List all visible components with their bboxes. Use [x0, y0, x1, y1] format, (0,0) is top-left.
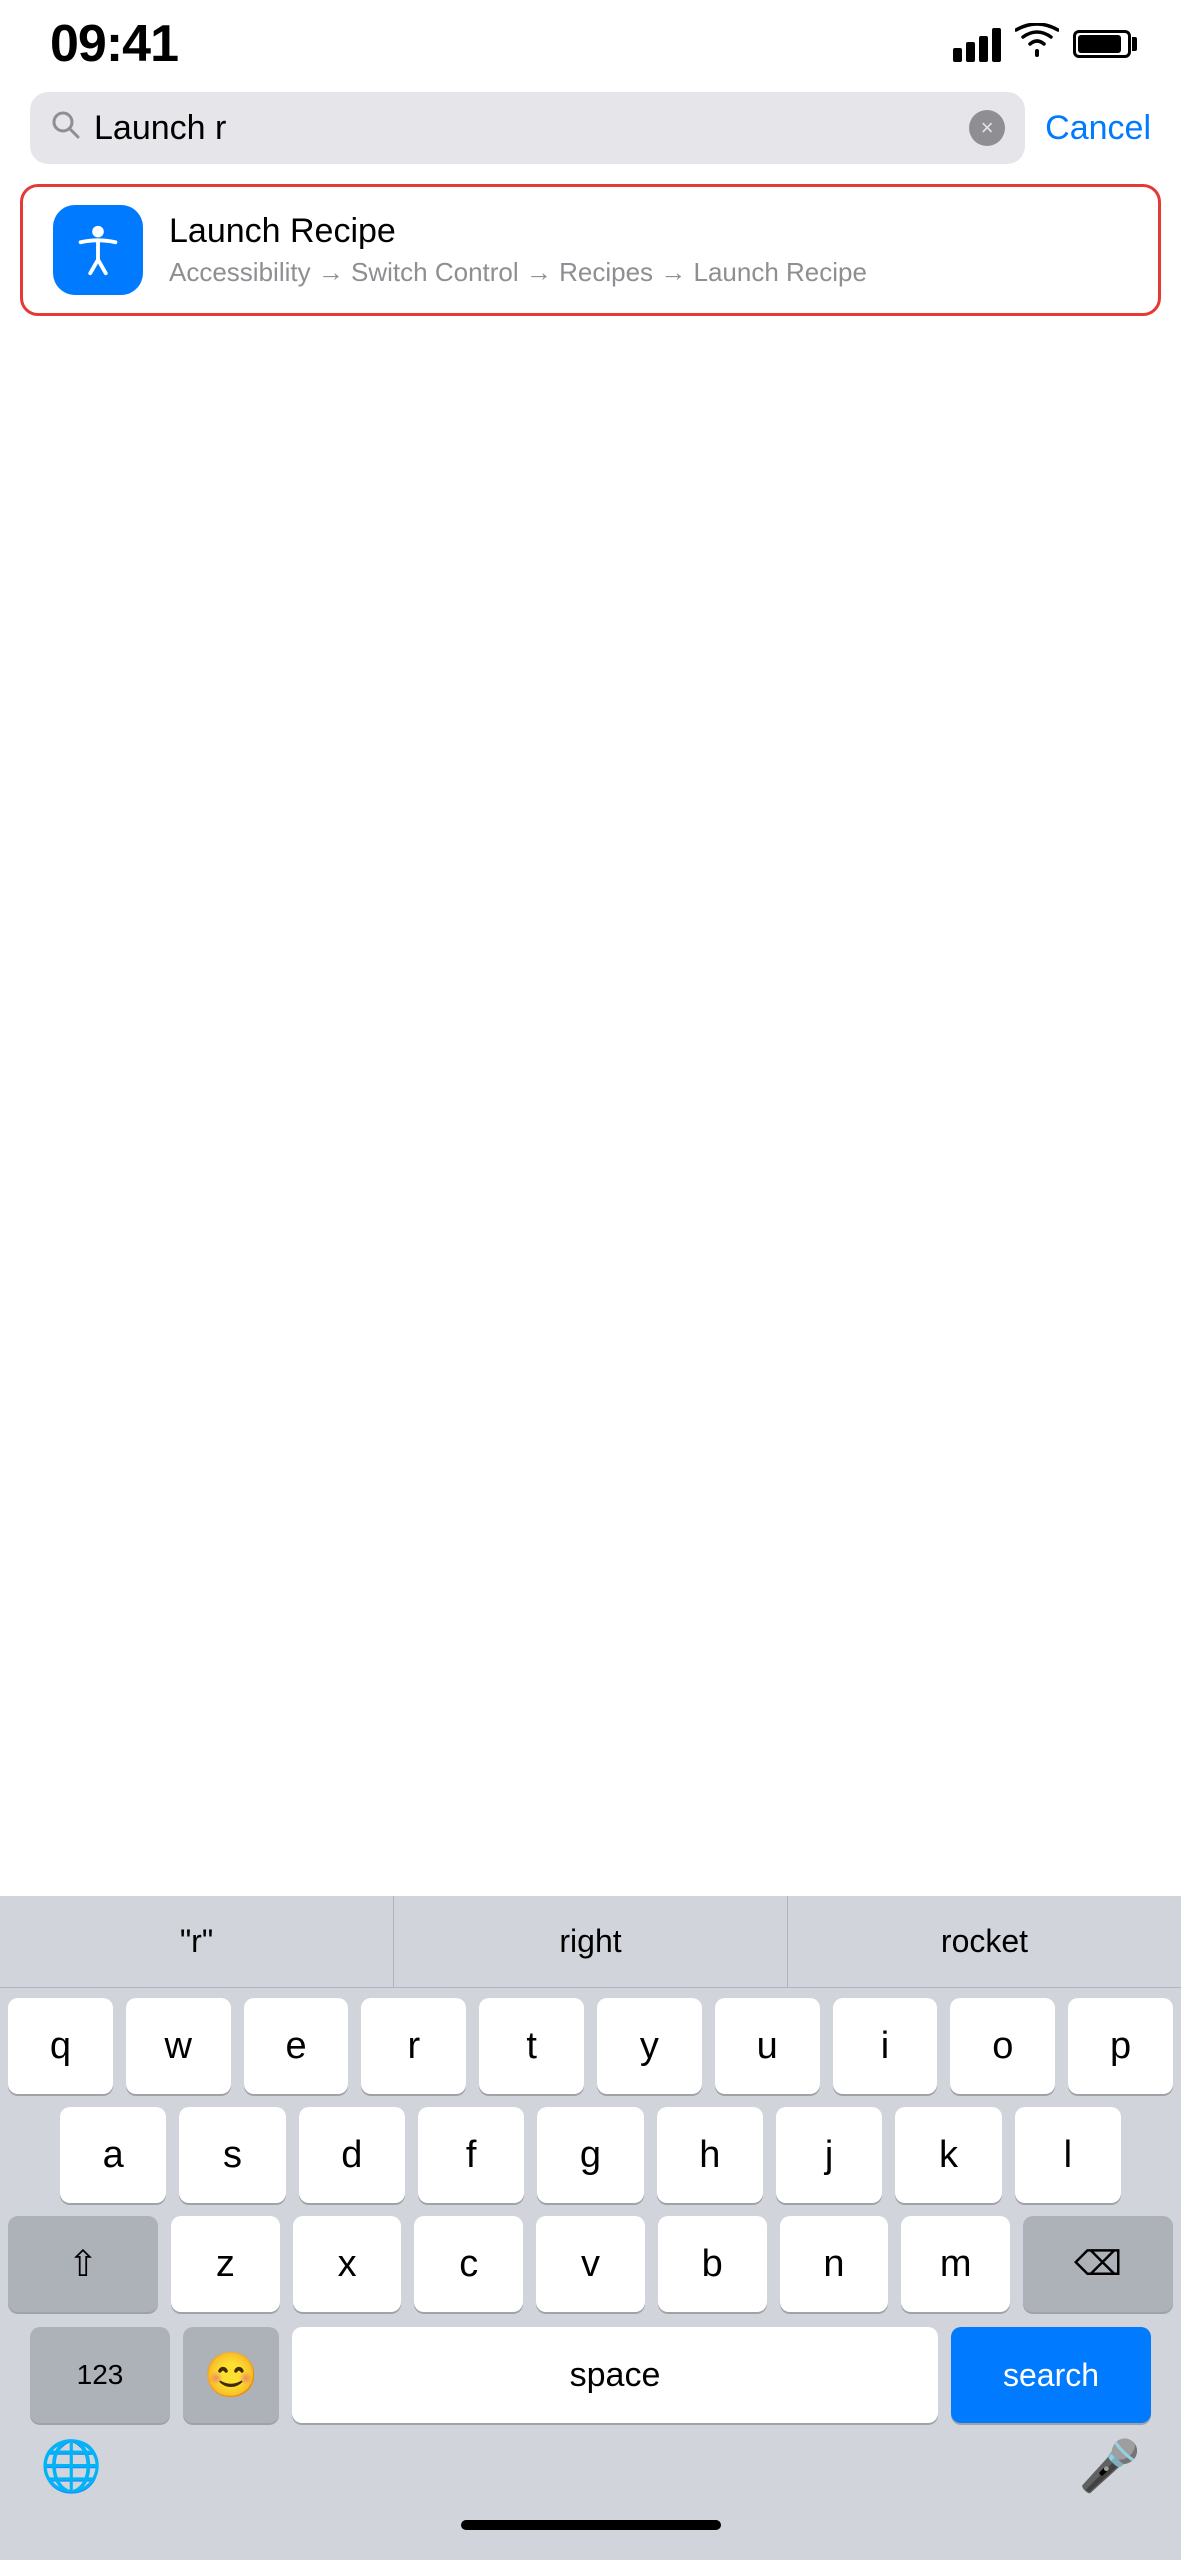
predictive-item-2[interactable]: right	[394, 1896, 788, 1987]
status-time: 09:41	[50, 14, 178, 74]
key-q[interactable]: q	[8, 1998, 113, 2094]
key-m[interactable]: m	[901, 2216, 1010, 2312]
key-b[interactable]: b	[658, 2216, 767, 2312]
key-y[interactable]: y	[597, 1998, 702, 2094]
keyboard: "r" right rocket q w e r t y u i o p a s…	[0, 1896, 1181, 2560]
search-container: Launch r × Cancel	[0, 80, 1181, 176]
accessibility-icon	[53, 205, 143, 295]
key-rows: q w e r t y u i o p a s d f g h j k l ⇧ …	[0, 1988, 1181, 2312]
search-bar[interactable]: Launch r ×	[30, 92, 1025, 164]
key-s[interactable]: s	[179, 2107, 285, 2203]
key-j[interactable]: j	[776, 2107, 882, 2203]
key-f[interactable]: f	[418, 2107, 524, 2203]
home-indicator	[461, 2520, 721, 2530]
key-p[interactable]: p	[1068, 1998, 1173, 2094]
key-c[interactable]: c	[414, 2216, 523, 2312]
globe-key[interactable]: 🌐	[40, 2437, 102, 2496]
key-h[interactable]: h	[657, 2107, 763, 2203]
key-g[interactable]: g	[537, 2107, 643, 2203]
key-i[interactable]: i	[833, 1998, 938, 2094]
status-bar: 09:41	[0, 0, 1181, 80]
key-row-2: a s d f g h j k l	[8, 2107, 1173, 2203]
key-v[interactable]: v	[536, 2216, 645, 2312]
search-icon	[50, 109, 80, 147]
wifi-icon	[1015, 23, 1059, 66]
key-k[interactable]: k	[895, 2107, 1001, 2203]
clear-button[interactable]: ×	[969, 110, 1005, 146]
globe-mic-row: 🌐 🎤	[0, 2431, 1181, 2506]
key-u[interactable]: u	[715, 1998, 820, 2094]
key-row-1: q w e r t y u i o p	[8, 1998, 1173, 2094]
predictive-item-3[interactable]: rocket	[788, 1896, 1181, 1987]
key-x[interactable]: x	[293, 2216, 402, 2312]
key-w[interactable]: w	[126, 1998, 231, 2094]
key-n[interactable]: n	[780, 2216, 889, 2312]
bottom-row: 123 😊 space search	[0, 2323, 1181, 2431]
search-result-item[interactable]: Launch Recipe Accessibility → Switch Con…	[20, 184, 1161, 316]
search-input[interactable]: Launch r	[94, 109, 955, 148]
key-o[interactable]: o	[950, 1998, 1055, 2094]
result-text: Launch Recipe Accessibility → Switch Con…	[169, 212, 1128, 288]
key-z[interactable]: z	[171, 2216, 280, 2312]
space-key[interactable]: space	[292, 2327, 938, 2423]
key-a[interactable]: a	[60, 2107, 166, 2203]
mic-key[interactable]: 🎤	[1079, 2437, 1141, 2496]
key-l[interactable]: l	[1015, 2107, 1121, 2203]
shift-key[interactable]: ⇧	[8, 2216, 158, 2312]
key-e[interactable]: e	[244, 1998, 349, 2094]
predictive-bar: "r" right rocket	[0, 1896, 1181, 1988]
result-breadcrumb: Accessibility → Switch Control → Recipes…	[169, 257, 1128, 288]
key-t[interactable]: t	[479, 1998, 584, 2094]
signal-icon	[953, 26, 1001, 62]
delete-key[interactable]: ⌫	[1023, 2216, 1173, 2312]
key-d[interactable]: d	[299, 2107, 405, 2203]
result-title: Launch Recipe	[169, 212, 1128, 251]
numbers-key[interactable]: 123	[30, 2327, 170, 2423]
emoji-key[interactable]: 😊	[183, 2327, 279, 2423]
key-r[interactable]: r	[361, 1998, 466, 2094]
cancel-button[interactable]: Cancel	[1045, 109, 1151, 148]
status-icons	[953, 23, 1131, 66]
empty-area	[0, 324, 1181, 1424]
predictive-item-1[interactable]: "r"	[0, 1896, 394, 1987]
battery-icon	[1073, 30, 1131, 58]
key-row-3: ⇧ z x c v b n m ⌫	[8, 2216, 1173, 2312]
search-key[interactable]: search	[951, 2327, 1151, 2423]
